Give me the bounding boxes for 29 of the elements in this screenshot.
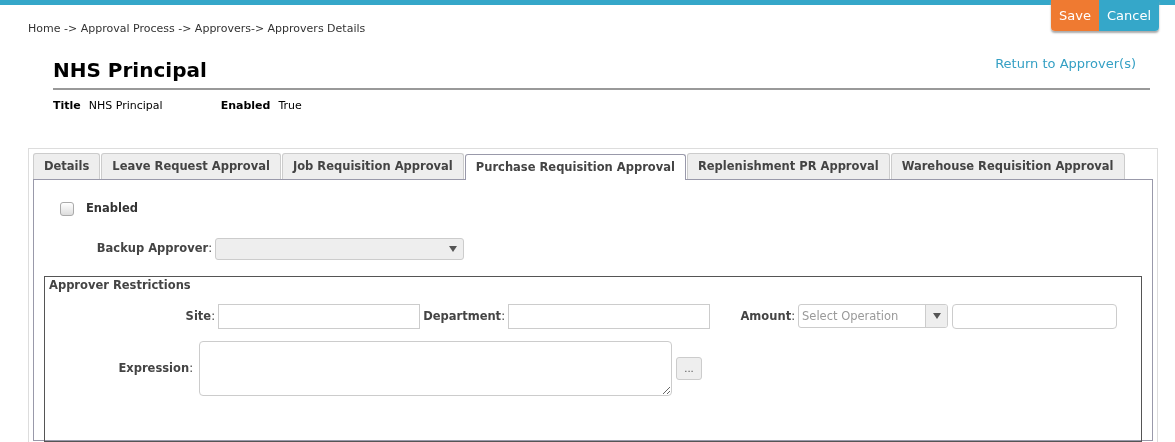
- checkbox-label: Enabled: [86, 200, 138, 218]
- tab[interactable]: Purchase Requisition Approval: [464, 154, 686, 181]
- tab[interactable]: Replenishment PR Approval: [686, 153, 890, 180]
- browse-button[interactable]: ...: [676, 356, 702, 380]
- tab[interactable]: Warehouse Requisition Approval: [890, 153, 1125, 180]
- caret-icon: [449, 245, 457, 252]
- field-label: Title: [53, 97, 81, 114]
- field-value: NHS Principal: [88, 97, 163, 114]
- field-label: Backup Approver:: [95, 239, 212, 257]
- page-heading: NHS Principal: [53, 57, 207, 82]
- fieldset-legend: Approver Restrictions: [49, 276, 1137, 294]
- text-area[interactable]: [199, 340, 672, 396]
- tab[interactable]: Leave Request Approval: [101, 153, 281, 180]
- breadcrumb: Home -> Approval Process -> Approvers-> Approvers Details: [28, 21, 367, 37]
- tab[interactable]: Details: [33, 153, 101, 180]
- input-field[interactable]: [218, 303, 420, 329]
- input-field[interactable]: [952, 303, 1117, 329]
- select-placeholder: Select Operation: [802, 307, 899, 325]
- field-label: Site:: [184, 307, 216, 325]
- checkbox[interactable]: [60, 201, 74, 216]
- input-field[interactable]: [508, 303, 710, 329]
- field-label: Department:: [422, 307, 506, 325]
- tab[interactable]: Job Requisition Approval: [281, 153, 464, 180]
- field-label: Enabled: [220, 97, 271, 114]
- caret-icon: [932, 313, 941, 320]
- field-value: True: [278, 97, 302, 114]
- field-label: Expression:: [117, 359, 194, 377]
- field-label: Amount:: [739, 307, 796, 325]
- select-field[interactable]: [215, 237, 464, 260]
